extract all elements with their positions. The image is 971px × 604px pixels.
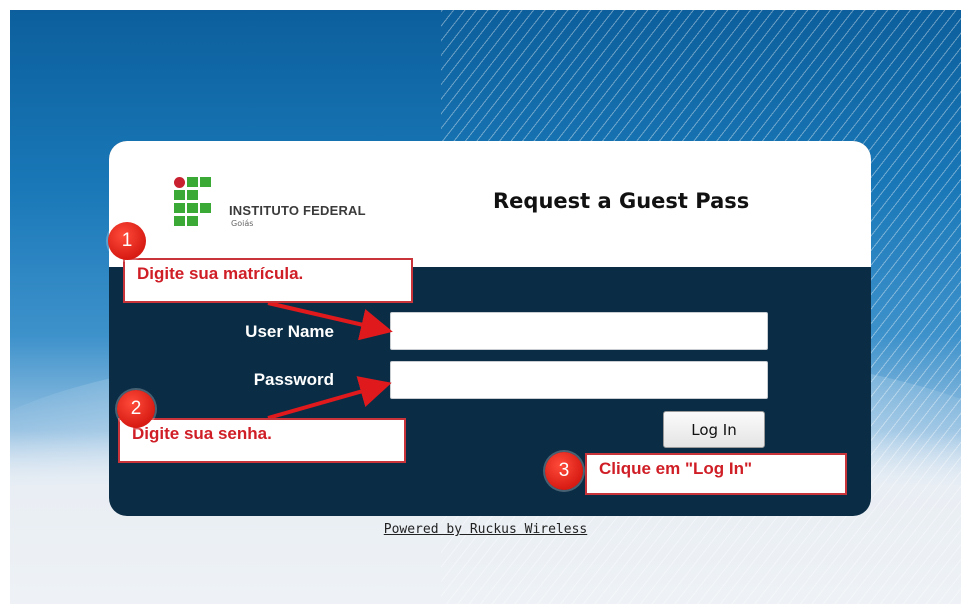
annotation-badge-3: 3	[545, 452, 583, 490]
annotation-callout-2: Digite sua senha.	[118, 418, 406, 463]
annotation-callout-3: Clique em "Log In"	[585, 453, 847, 495]
logo-square	[187, 190, 198, 200]
logo-square	[174, 203, 185, 213]
logo-square	[200, 177, 211, 187]
annotation-badge-1: 1	[108, 222, 146, 260]
annotation-callout-1: Digite sua matrícula.	[123, 258, 413, 303]
logo-square	[200, 203, 211, 213]
password-label: Password	[253, 370, 334, 389]
annotation-badge-2: 2	[117, 390, 155, 428]
powered-by-link[interactable]: Powered by Ruckus Wireless	[0, 522, 971, 537]
logo-square	[174, 216, 185, 226]
logo-name: INSTITUTO FEDERAL	[229, 203, 366, 218]
logo-square	[187, 177, 198, 187]
username-input[interactable]	[390, 312, 768, 350]
logo-square	[187, 216, 198, 226]
password-input[interactable]	[390, 361, 768, 399]
logo-subtitle: Goiás	[231, 219, 254, 228]
institute-logo: INSTITUTO FEDERAL Goiás	[171, 175, 411, 235]
logo-square	[174, 190, 185, 200]
logo-square	[187, 203, 198, 213]
page-title: Request a Guest Pass	[493, 189, 750, 213]
login-button[interactable]: Log In	[663, 411, 765, 448]
username-label: User Name	[245, 322, 334, 341]
logo-red-dot	[174, 177, 185, 188]
card-header: INSTITUTO FEDERAL Goiás Request a Guest …	[109, 141, 871, 267]
